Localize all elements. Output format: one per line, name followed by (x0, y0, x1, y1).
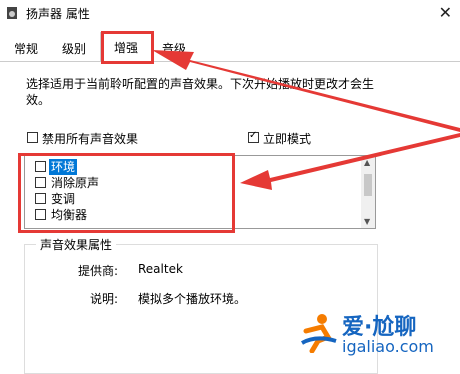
annotation-arrow (152, 50, 460, 132)
annotation-arrow (240, 133, 460, 190)
watermark-domain: igaliao.com (342, 337, 434, 356)
runner-logo-icon (301, 314, 337, 353)
watermark: 爱·尬聊 igaliao.com (298, 305, 448, 360)
